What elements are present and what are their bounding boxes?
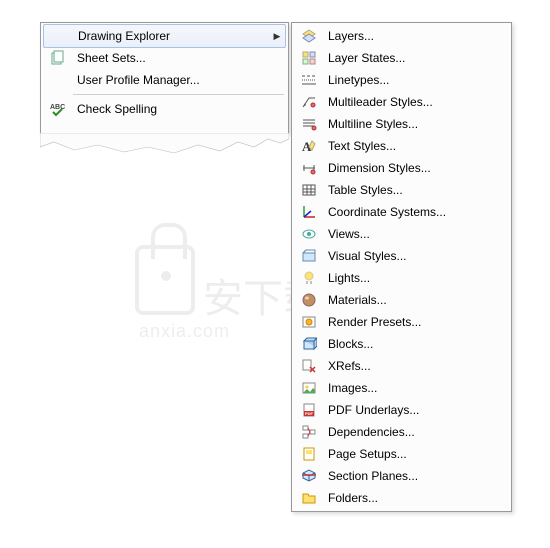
menu-item-label: Page Setups... bbox=[322, 447, 507, 461]
text-styles-icon bbox=[296, 135, 322, 157]
menu-item-label: Layer States... bbox=[322, 51, 507, 65]
menu-item[interactable]: Views... bbox=[294, 223, 509, 245]
menu-item-label: Render Presets... bbox=[322, 315, 507, 329]
menu-item-label: Multileader Styles... bbox=[322, 95, 507, 109]
menu-item[interactable]: User Profile Manager... bbox=[43, 69, 286, 91]
menu-item[interactable]: Folders... bbox=[294, 487, 509, 509]
menu-item[interactable]: Multiline Styles... bbox=[294, 113, 509, 135]
coordinate-icon bbox=[296, 201, 322, 223]
menu-item-label: Images... bbox=[322, 381, 507, 395]
menu-item[interactable]: Materials... bbox=[294, 289, 509, 311]
menu-item-label: Layers... bbox=[322, 29, 507, 43]
menu-item[interactable]: Table Styles... bbox=[294, 179, 509, 201]
menu-item-label: Coordinate Systems... bbox=[322, 205, 507, 219]
render-icon bbox=[296, 311, 322, 333]
dependencies-icon bbox=[296, 421, 322, 443]
torn-edge bbox=[40, 133, 289, 155]
menu-item[interactable]: Dimension Styles... bbox=[294, 157, 509, 179]
section-icon bbox=[296, 465, 322, 487]
menu-item-label: Materials... bbox=[322, 293, 507, 307]
multileader-icon bbox=[296, 91, 322, 113]
menu-item[interactable]: Section Planes... bbox=[294, 465, 509, 487]
table-icon bbox=[296, 179, 322, 201]
menu-item-label: Visual Styles... bbox=[322, 249, 507, 263]
layer-states-icon bbox=[296, 47, 322, 69]
menu-item[interactable]: Text Styles... bbox=[294, 135, 509, 157]
menu-item[interactable]: Linetypes... bbox=[294, 69, 509, 91]
menu-item[interactable]: Visual Styles... bbox=[294, 245, 509, 267]
submenu-arrow-icon: ▶ bbox=[271, 31, 283, 42]
menu-item[interactable]: Render Presets... bbox=[294, 311, 509, 333]
menu-item-label: Multiline Styles... bbox=[322, 117, 507, 131]
menu-item[interactable]: Sheet Sets... bbox=[43, 47, 286, 69]
menu-item[interactable]: Multileader Styles... bbox=[294, 91, 509, 113]
menu-item-label: Sheet Sets... bbox=[71, 51, 284, 65]
menu-item[interactable]: Blocks... bbox=[294, 333, 509, 355]
pdf-icon bbox=[296, 399, 322, 421]
menu-item-label: User Profile Manager... bbox=[71, 73, 284, 87]
blank-icon bbox=[45, 69, 71, 91]
menu-item-label: Folders... bbox=[322, 491, 507, 505]
menu-item-label: Check Spelling bbox=[71, 102, 284, 116]
menu-item[interactable]: Coordinate Systems... bbox=[294, 201, 509, 223]
menu-item-label: Text Styles... bbox=[322, 139, 507, 153]
menu-item-label: XRefs... bbox=[322, 359, 507, 373]
menu-item-label: Section Planes... bbox=[322, 469, 507, 483]
multiline-icon bbox=[296, 113, 322, 135]
menu-item[interactable]: Page Setups... bbox=[294, 443, 509, 465]
materials-icon bbox=[296, 289, 322, 311]
menu-item-label: Dimension Styles... bbox=[322, 161, 507, 175]
menu-item[interactable]: Check Spelling bbox=[43, 98, 286, 120]
menu-item[interactable]: Layer States... bbox=[294, 47, 509, 69]
sheets-icon bbox=[45, 47, 71, 69]
context-menu-right: Layers... Layer States... Linetypes... Mult… bbox=[291, 22, 512, 512]
menu-item[interactable]: Dependencies... bbox=[294, 421, 509, 443]
menu-separator bbox=[73, 94, 284, 95]
linetypes-icon bbox=[296, 69, 322, 91]
menu-item[interactable]: XRefs... bbox=[294, 355, 509, 377]
menu-item-label: Blocks... bbox=[322, 337, 507, 351]
lights-icon bbox=[296, 267, 322, 289]
menu-item[interactable]: Images... bbox=[294, 377, 509, 399]
context-menu-left: Drawing Explorer▶ Sheet Sets... User Profi… bbox=[40, 22, 289, 134]
menu-item-label: Views... bbox=[322, 227, 507, 241]
layers-icon bbox=[296, 25, 322, 47]
blocks-icon bbox=[296, 333, 322, 355]
menu-item[interactable]: PDF Underlays... bbox=[294, 399, 509, 421]
xrefs-icon bbox=[296, 355, 322, 377]
menu-item-label: Table Styles... bbox=[322, 183, 507, 197]
menu-item[interactable]: Lights... bbox=[294, 267, 509, 289]
folders-icon bbox=[296, 487, 322, 509]
menu-item-label: Linetypes... bbox=[322, 73, 507, 87]
menu-item-label: Drawing Explorer bbox=[72, 29, 271, 43]
menu-item[interactable]: Drawing Explorer▶ bbox=[43, 24, 286, 48]
menu-item-label: Dependencies... bbox=[322, 425, 507, 439]
dimension-icon bbox=[296, 157, 322, 179]
page-setups-icon bbox=[296, 443, 322, 465]
menu-item-label: Lights... bbox=[322, 271, 507, 285]
views-icon bbox=[296, 223, 322, 245]
visual-styles-icon bbox=[296, 245, 322, 267]
menu-item-label: PDF Underlays... bbox=[322, 403, 507, 417]
menu-item[interactable]: Layers... bbox=[294, 25, 509, 47]
spellcheck-icon bbox=[45, 98, 71, 120]
blank-icon bbox=[46, 25, 72, 47]
images-icon bbox=[296, 377, 322, 399]
